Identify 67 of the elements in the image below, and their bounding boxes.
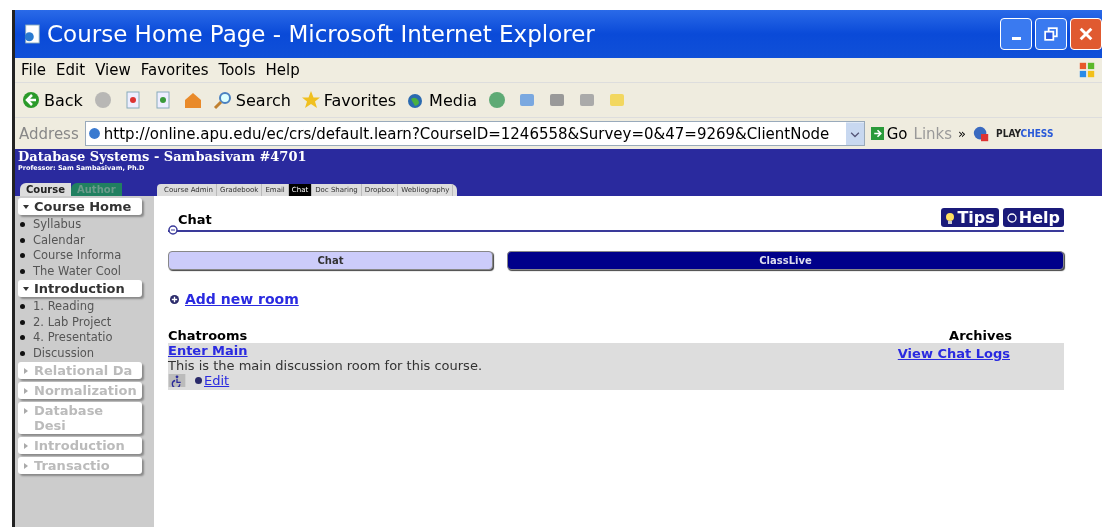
caret-icon	[22, 285, 30, 293]
sidebar-link[interactable]: Course Informa	[18, 248, 154, 264]
chat-logs-link[interactable]: View Chat Logs	[897, 346, 1010, 361]
chevron-button[interactable]: »	[958, 126, 967, 141]
back-icon	[21, 90, 41, 110]
help-button[interactable]: Help	[1002, 208, 1064, 227]
section-button[interactable]: Introduction	[18, 280, 142, 297]
chat-tab[interactable]: ClassLive	[507, 251, 1064, 270]
caret-icon	[22, 367, 30, 375]
chat-tab[interactable]: Chat	[168, 251, 493, 270]
menu-item[interactable]: Favorites	[140, 61, 209, 79]
globe-icon[interactable]	[972, 124, 991, 143]
menu-item[interactable]: Help	[265, 61, 300, 79]
address-label: Address	[19, 124, 79, 143]
sidebar-link[interactable]: Discussion	[18, 345, 154, 361]
go-button[interactable]: Go	[870, 124, 908, 143]
add-room-link[interactable]: Add new room	[185, 291, 299, 307]
column-header: Archives	[949, 328, 1012, 343]
search-icon	[212, 90, 233, 110]
favorites-button[interactable]: Favorites	[298, 90, 399, 110]
media-button[interactable]: Media	[404, 90, 480, 110]
dropdown-icon[interactable]	[845, 122, 864, 145]
playchess-link[interactable]: PLAYCHESS	[996, 128, 1054, 139]
caret-icon	[22, 203, 30, 211]
page-icon	[87, 127, 101, 140]
caret-icon	[22, 442, 30, 450]
minimize-button[interactable]	[1000, 18, 1032, 50]
sidebar-link[interactable]: Calendar	[18, 232, 154, 248]
restore-button[interactable]	[1035, 18, 1067, 50]
windows-logo-icon	[1078, 61, 1096, 79]
help-icon	[1006, 211, 1017, 224]
caret-icon	[22, 407, 30, 415]
section-button[interactable]: Course Home	[18, 198, 142, 215]
add-icon	[170, 294, 179, 304]
sidebar-link[interactable]: The Water Cool	[18, 263, 154, 279]
close-icon	[1078, 26, 1094, 42]
sidebar-link[interactable]: 4. Presentatio	[18, 330, 154, 346]
caret-icon	[22, 462, 30, 470]
lightbulb-icon	[945, 211, 956, 224]
page-heading: Chat	[178, 212, 212, 227]
column-header: Chatrooms	[168, 328, 248, 343]
menu-item[interactable]: Edit	[56, 61, 86, 79]
mode-tab[interactable]: Course	[20, 183, 71, 196]
favorites-icon	[300, 90, 321, 110]
sidebar-link[interactable]: 2. Lab Project	[18, 314, 154, 330]
close-button[interactable]	[1070, 18, 1102, 50]
wheelchair-icon[interactable]	[168, 374, 186, 387]
menu-item[interactable]: File	[21, 61, 47, 79]
sidebar-link[interactable]: 1. Reading	[18, 299, 154, 315]
back-button[interactable]: Back	[19, 90, 85, 110]
caret-icon	[22, 387, 30, 395]
menu-item[interactable]: Tools	[218, 61, 256, 79]
minimize-icon	[1011, 37, 1021, 40]
edit-link[interactable]: Edit	[204, 373, 230, 388]
arrow-icon	[870, 127, 884, 140]
search-button[interactable]: Search	[210, 90, 293, 110]
enter-room-link[interactable]: Enter Main	[168, 343, 482, 358]
sidebar-link[interactable]: Syllabus	[18, 217, 154, 233]
restore-icon	[1044, 27, 1058, 41]
address-field[interactable]: http://online.apu.edu/ec/crs/default.learn?CourseID=1246558&Survey=0&47=9269&ClientNode	[84, 121, 865, 146]
course-title: Database Systems - Sambasivam #4701	[18, 149, 308, 164]
tips-button[interactable]: Tips	[941, 208, 999, 227]
room-description: This is the main discussion room for this course.	[168, 358, 482, 373]
page-icon	[23, 24, 41, 44]
window-title: Course Home Page - Microsoft Internet Explorer	[47, 21, 595, 47]
menu-item[interactable]: View	[95, 61, 131, 79]
collapse-icon[interactable]	[168, 225, 178, 235]
